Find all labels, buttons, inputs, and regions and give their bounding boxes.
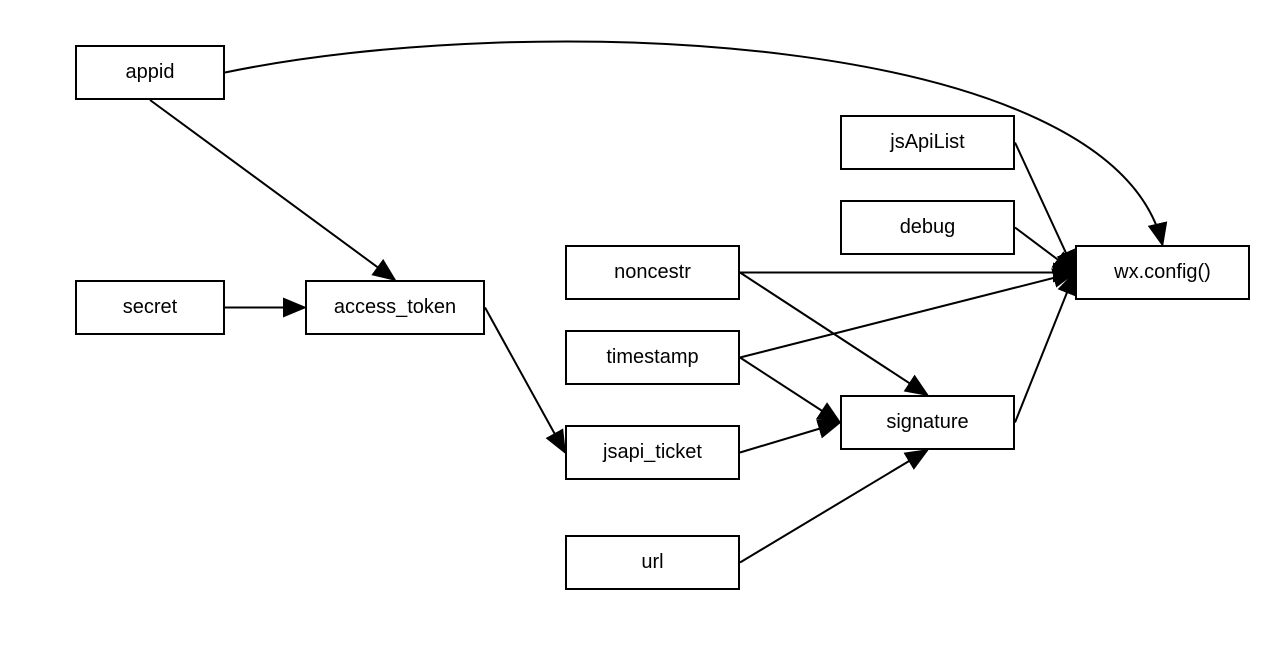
node-label-secret: secret [123, 296, 177, 319]
edge-noncestr-to-signature [740, 273, 928, 396]
edge-access_token-to-jsapi_ticket [485, 308, 565, 453]
node-label-jsApiList: jsApiList [890, 131, 964, 154]
node-label-signature: signature [886, 411, 968, 434]
node-jsapi_ticket: jsapi_ticket [565, 425, 740, 480]
node-url: url [565, 535, 740, 590]
node-appid: appid [75, 45, 225, 100]
node-timestamp: timestamp [565, 330, 740, 385]
node-jsApiList: jsApiList [840, 115, 1015, 170]
node-label-url: url [641, 551, 663, 574]
node-label-appid: appid [126, 61, 175, 84]
edge-appid-to-access_token [150, 100, 395, 280]
edge-jsApiList-to-wxconfig [1015, 143, 1075, 273]
node-signature: signature [840, 395, 1015, 450]
edge-jsapi_ticket-to-signature [740, 423, 840, 453]
node-access_token: access_token [305, 280, 485, 335]
node-label-timestamp: timestamp [606, 346, 698, 369]
node-label-noncestr: noncestr [614, 261, 691, 284]
node-debug: debug [840, 200, 1015, 255]
edge-appid-to-wxconfig [225, 42, 1163, 245]
node-label-jsapi_ticket: jsapi_ticket [603, 441, 702, 464]
node-noncestr: noncestr [565, 245, 740, 300]
node-secret: secret [75, 280, 225, 335]
node-label-debug: debug [900, 216, 956, 239]
edge-debug-to-wxconfig [1015, 228, 1075, 273]
node-label-access_token: access_token [334, 296, 456, 319]
edge-url-to-signature [740, 450, 928, 563]
edge-timestamp-to-signature [740, 358, 840, 423]
edge-timestamp-to-wxconfig [740, 273, 1075, 358]
node-label-wxconfig: wx.config() [1114, 261, 1211, 284]
edge-signature-to-wxconfig [1015, 273, 1075, 423]
node-wxconfig: wx.config() [1075, 245, 1250, 300]
